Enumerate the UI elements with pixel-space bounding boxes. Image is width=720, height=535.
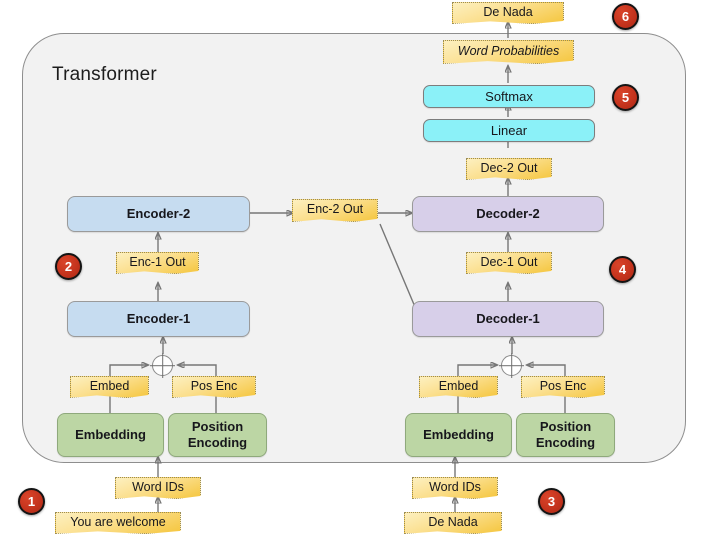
dec-2-out-note: Dec-2 Out (466, 158, 552, 180)
decoder-position-encoding-label: Position Encoding (536, 419, 595, 451)
diagram-title: Transformer (52, 64, 157, 85)
encoder-pos-enc-label: Pos Enc (190, 378, 238, 393)
badge-5-number: 5 (621, 90, 630, 105)
badge-1-number: 1 (27, 494, 36, 509)
decoder-position-encoding-line-1: Position (539, 419, 592, 435)
softmax-label: Softmax (485, 88, 533, 104)
encoder-1-label: Encoder-1 (126, 311, 191, 327)
target-sentence-label: De Nada (428, 514, 478, 529)
decoder-2-box: Decoder-2 (412, 196, 604, 232)
decoder-pos-enc-note: Pos Enc (521, 376, 605, 398)
dec-1-out-note: Dec-1 Out (466, 252, 552, 274)
decoder-word-ids-label: Word IDs (429, 479, 481, 494)
encoder-pos-enc-note: Pos Enc (172, 376, 256, 398)
badge-1: 1 (18, 488, 45, 515)
encoder-add-operator (152, 355, 173, 376)
decoder-add-operator (501, 355, 522, 376)
decoder-position-encoding-box: Position Encoding (516, 413, 615, 457)
encoder-embedding-box: Embedding (57, 413, 164, 457)
softmax-box: Softmax (423, 85, 595, 108)
encoder-embedding-label: Embedding (75, 427, 146, 443)
encoder-embed-note: Embed (70, 376, 149, 398)
source-sentence-note: You are welcome (55, 512, 181, 534)
linear-box: Linear (423, 119, 595, 142)
decoder-embed-note: Embed (419, 376, 498, 398)
encoder-word-ids-label: Word IDs (132, 479, 184, 494)
badge-4: 4 (609, 256, 636, 283)
encoder-position-encoding-box: Position Encoding (168, 413, 267, 457)
encoder-1-box: Encoder-1 (67, 301, 250, 337)
transformer-diagram: Transformer De Nada Word Probabilities S… (0, 0, 720, 535)
dec-1-out-label: Dec-1 Out (480, 254, 538, 269)
badge-2: 2 (55, 253, 82, 280)
enc-2-out-label: Enc-2 Out (306, 202, 364, 216)
enc-2-out-note: Enc-2 Out (292, 199, 378, 222)
encoder-embed-label: Embed (89, 378, 130, 393)
encoder-position-encoding-line-2: Encoding (187, 435, 248, 450)
badge-6: 6 (612, 3, 639, 30)
decoder-1-label: Decoder-1 (476, 311, 540, 327)
final-output-label: De Nada (483, 4, 533, 19)
encoder-word-ids-note: Word IDs (115, 477, 201, 499)
decoder-embedding-label: Embedding (423, 427, 494, 443)
badge-3-number: 3 (547, 494, 556, 509)
decoder-pos-enc-label: Pos Enc (539, 378, 587, 393)
encoder-position-encoding-label: Position Encoding (188, 419, 247, 451)
word-probabilities-label: Word Probabilities (457, 43, 560, 58)
badge-6-number: 6 (621, 9, 630, 24)
badge-4-number: 4 (618, 262, 627, 277)
encoder-2-box: Encoder-2 (67, 196, 250, 232)
badge-3: 3 (538, 488, 565, 515)
decoder-position-encoding-line-2: Encoding (535, 435, 596, 450)
word-probabilities-note: Word Probabilities (443, 40, 574, 64)
decoder-embedding-box: Embedding (405, 413, 512, 457)
target-sentence-note: De Nada (404, 512, 502, 534)
linear-label: Linear (490, 122, 528, 138)
enc-1-out-label: Enc-1 Out (129, 254, 186, 269)
final-output-de-nada: De Nada (452, 2, 564, 24)
encoder-2-label: Encoder-2 (126, 206, 191, 222)
decoder-embed-label: Embed (438, 378, 479, 393)
decoder-2-label: Decoder-2 (476, 206, 540, 222)
enc-1-out-note: Enc-1 Out (116, 252, 199, 274)
badge-2-number: 2 (64, 259, 73, 274)
source-sentence-label: You are welcome (70, 514, 166, 529)
encoder-position-encoding-line-1: Position (191, 419, 244, 435)
decoder-word-ids-note: Word IDs (412, 477, 498, 499)
decoder-1-box: Decoder-1 (412, 301, 604, 337)
badge-5: 5 (612, 84, 639, 111)
dec-2-out-label: Dec-2 Out (480, 160, 538, 175)
